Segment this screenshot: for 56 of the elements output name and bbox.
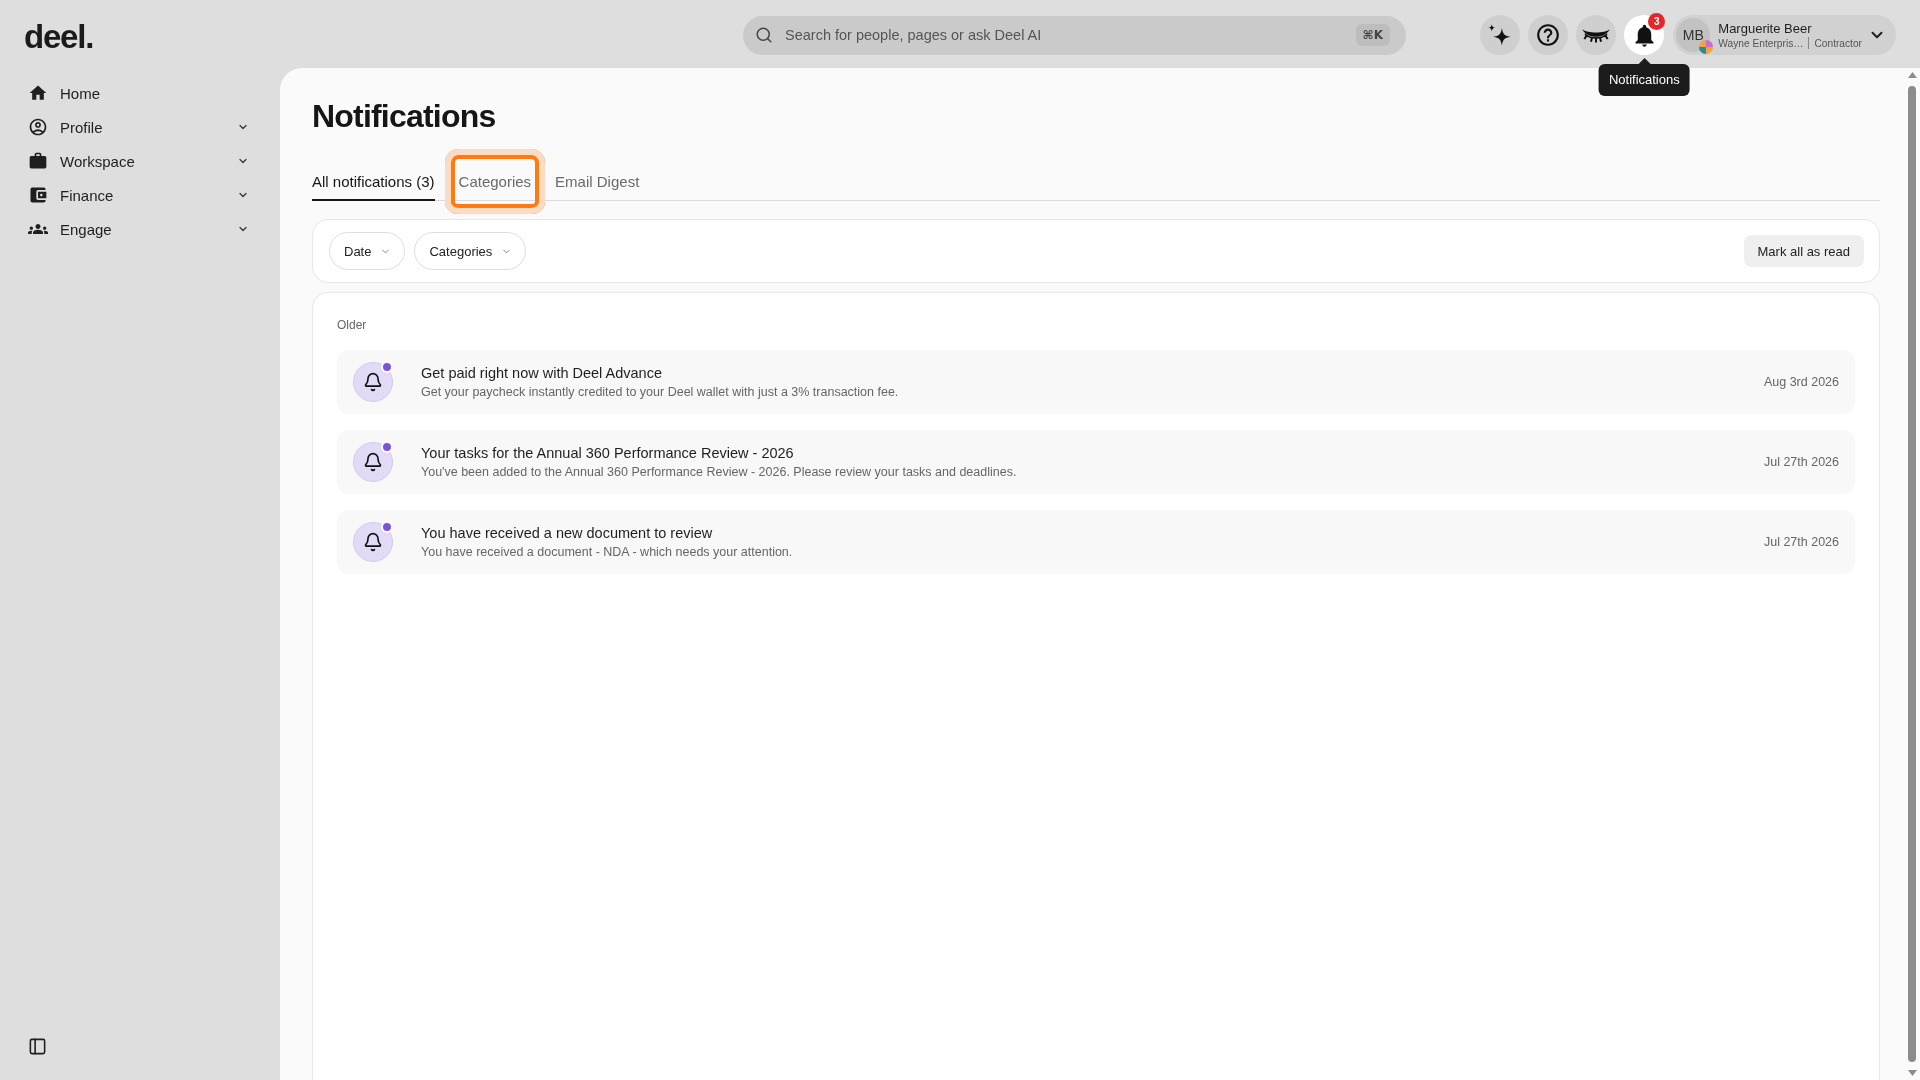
notification-title: Get paid right now with Deel Advance: [421, 364, 662, 382]
user-menu[interactable]: MB Marguerite Beer Wayne Enterpris… Contractor: [1673, 15, 1896, 55]
nav-item[interactable]: Home: [0, 76, 280, 110]
company-name: Wayne Enterpris…: [1718, 36, 1804, 50]
avatar: MB: [1676, 18, 1711, 52]
filter-dropdown[interactable]: Date: [329, 232, 406, 270]
briefcase-icon: [28, 151, 48, 171]
wallet-icon: [28, 185, 48, 205]
nav-item[interactable]: Profile: [0, 110, 280, 144]
notification-date: Jul 27th 2026: [1763, 455, 1839, 469]
sidebar-toggle-button[interactable]: [28, 1037, 47, 1056]
nav-item[interactable]: Engage: [0, 212, 280, 246]
tab[interactable]: Email Digest: [555, 163, 640, 201]
closed-eye-icon: [1582, 27, 1611, 43]
nav-item[interactable]: Workspace: [0, 144, 280, 178]
user-role: Contractor: [1814, 36, 1862, 50]
search-bar[interactable]: Search for people, pages or ask Deel AI ⌘K: [743, 15, 1406, 55]
privacy-toggle-button[interactable]: [1576, 15, 1617, 55]
company-logo-icon: [1699, 40, 1714, 54]
bell-icon: [353, 442, 393, 482]
scroll-down-icon[interactable]: [1907, 1070, 1917, 1076]
notification-text: You have received a document - NDA - which needs your attention.: [421, 544, 793, 560]
mark-all-read-button[interactable]: Mark all as read: [1743, 235, 1864, 267]
notification-item[interactable]: Get paid right now with Deel Advance Get your paycheck instantly credited to your Deel wallet with just a 3% transaction fee. Aug 3rd 2026: [337, 350, 1855, 414]
bell-icon: [353, 522, 393, 562]
notification-date: Aug 3rd 2026: [1763, 375, 1839, 389]
bell-icon: [353, 362, 393, 402]
notifications-button[interactable]: [1624, 15, 1665, 55]
shortcut-key: ⌘K: [1355, 24, 1390, 46]
ai-assistant-button[interactable]: [1480, 15, 1521, 55]
sparkle-icon: [1488, 23, 1513, 47]
notification-text: You've been added to the Annual 360 Performance Review - 2026. Please review your tasks and deadlines.: [421, 464, 1017, 480]
help-icon: [1535, 22, 1562, 48]
user-name: Marguerite Beer: [1718, 20, 1813, 37]
nav-item[interactable]: Finance: [0, 178, 280, 212]
section-label: Older: [337, 317, 368, 333]
notification-text: Get your paycheck instantly credited to your Deel wallet with just a 3% transaction fee.: [421, 384, 899, 400]
notification-count-badge: 3: [1648, 13, 1666, 30]
tooltip: Notifications: [1598, 58, 1690, 96]
help-button[interactable]: [1528, 15, 1569, 55]
tab[interactable]: All notifications (3): [312, 163, 435, 201]
sidebar-panel-icon: [28, 1037, 47, 1056]
notification-date: Jul 27th 2026: [1763, 535, 1839, 549]
scrollbar-thumb[interactable]: [1908, 86, 1916, 1062]
tab[interactable]: Categories: [444, 149, 546, 216]
page-title: Notifications: [312, 97, 497, 136]
notification-item[interactable]: You have received a new document to review You have received a document - NDA - which needs your attention. Jul 27th 2026: [337, 510, 1855, 574]
scroll-up-icon[interactable]: [1907, 72, 1917, 78]
search-field[interactable]: Search for people, pages or ask Deel AI: [785, 27, 1344, 43]
notification-title: Your tasks for the Annual 360 Performance Review - 2026: [421, 444, 794, 462]
notification-item[interactable]: Your tasks for the Annual 360 Performance Review - 2026 You've been added to the Annual 360 Performance Review - 2026. Please review your tasks and deadlines. Jul 27th 2026: [337, 430, 1855, 494]
filter-dropdown[interactable]: Categories: [414, 232, 527, 270]
search-icon: [755, 26, 773, 44]
deel-logo[interactable]: deel.: [24, 19, 94, 53]
notification-title: You have received a new document to review: [421, 524, 713, 542]
home-icon: [28, 83, 48, 103]
